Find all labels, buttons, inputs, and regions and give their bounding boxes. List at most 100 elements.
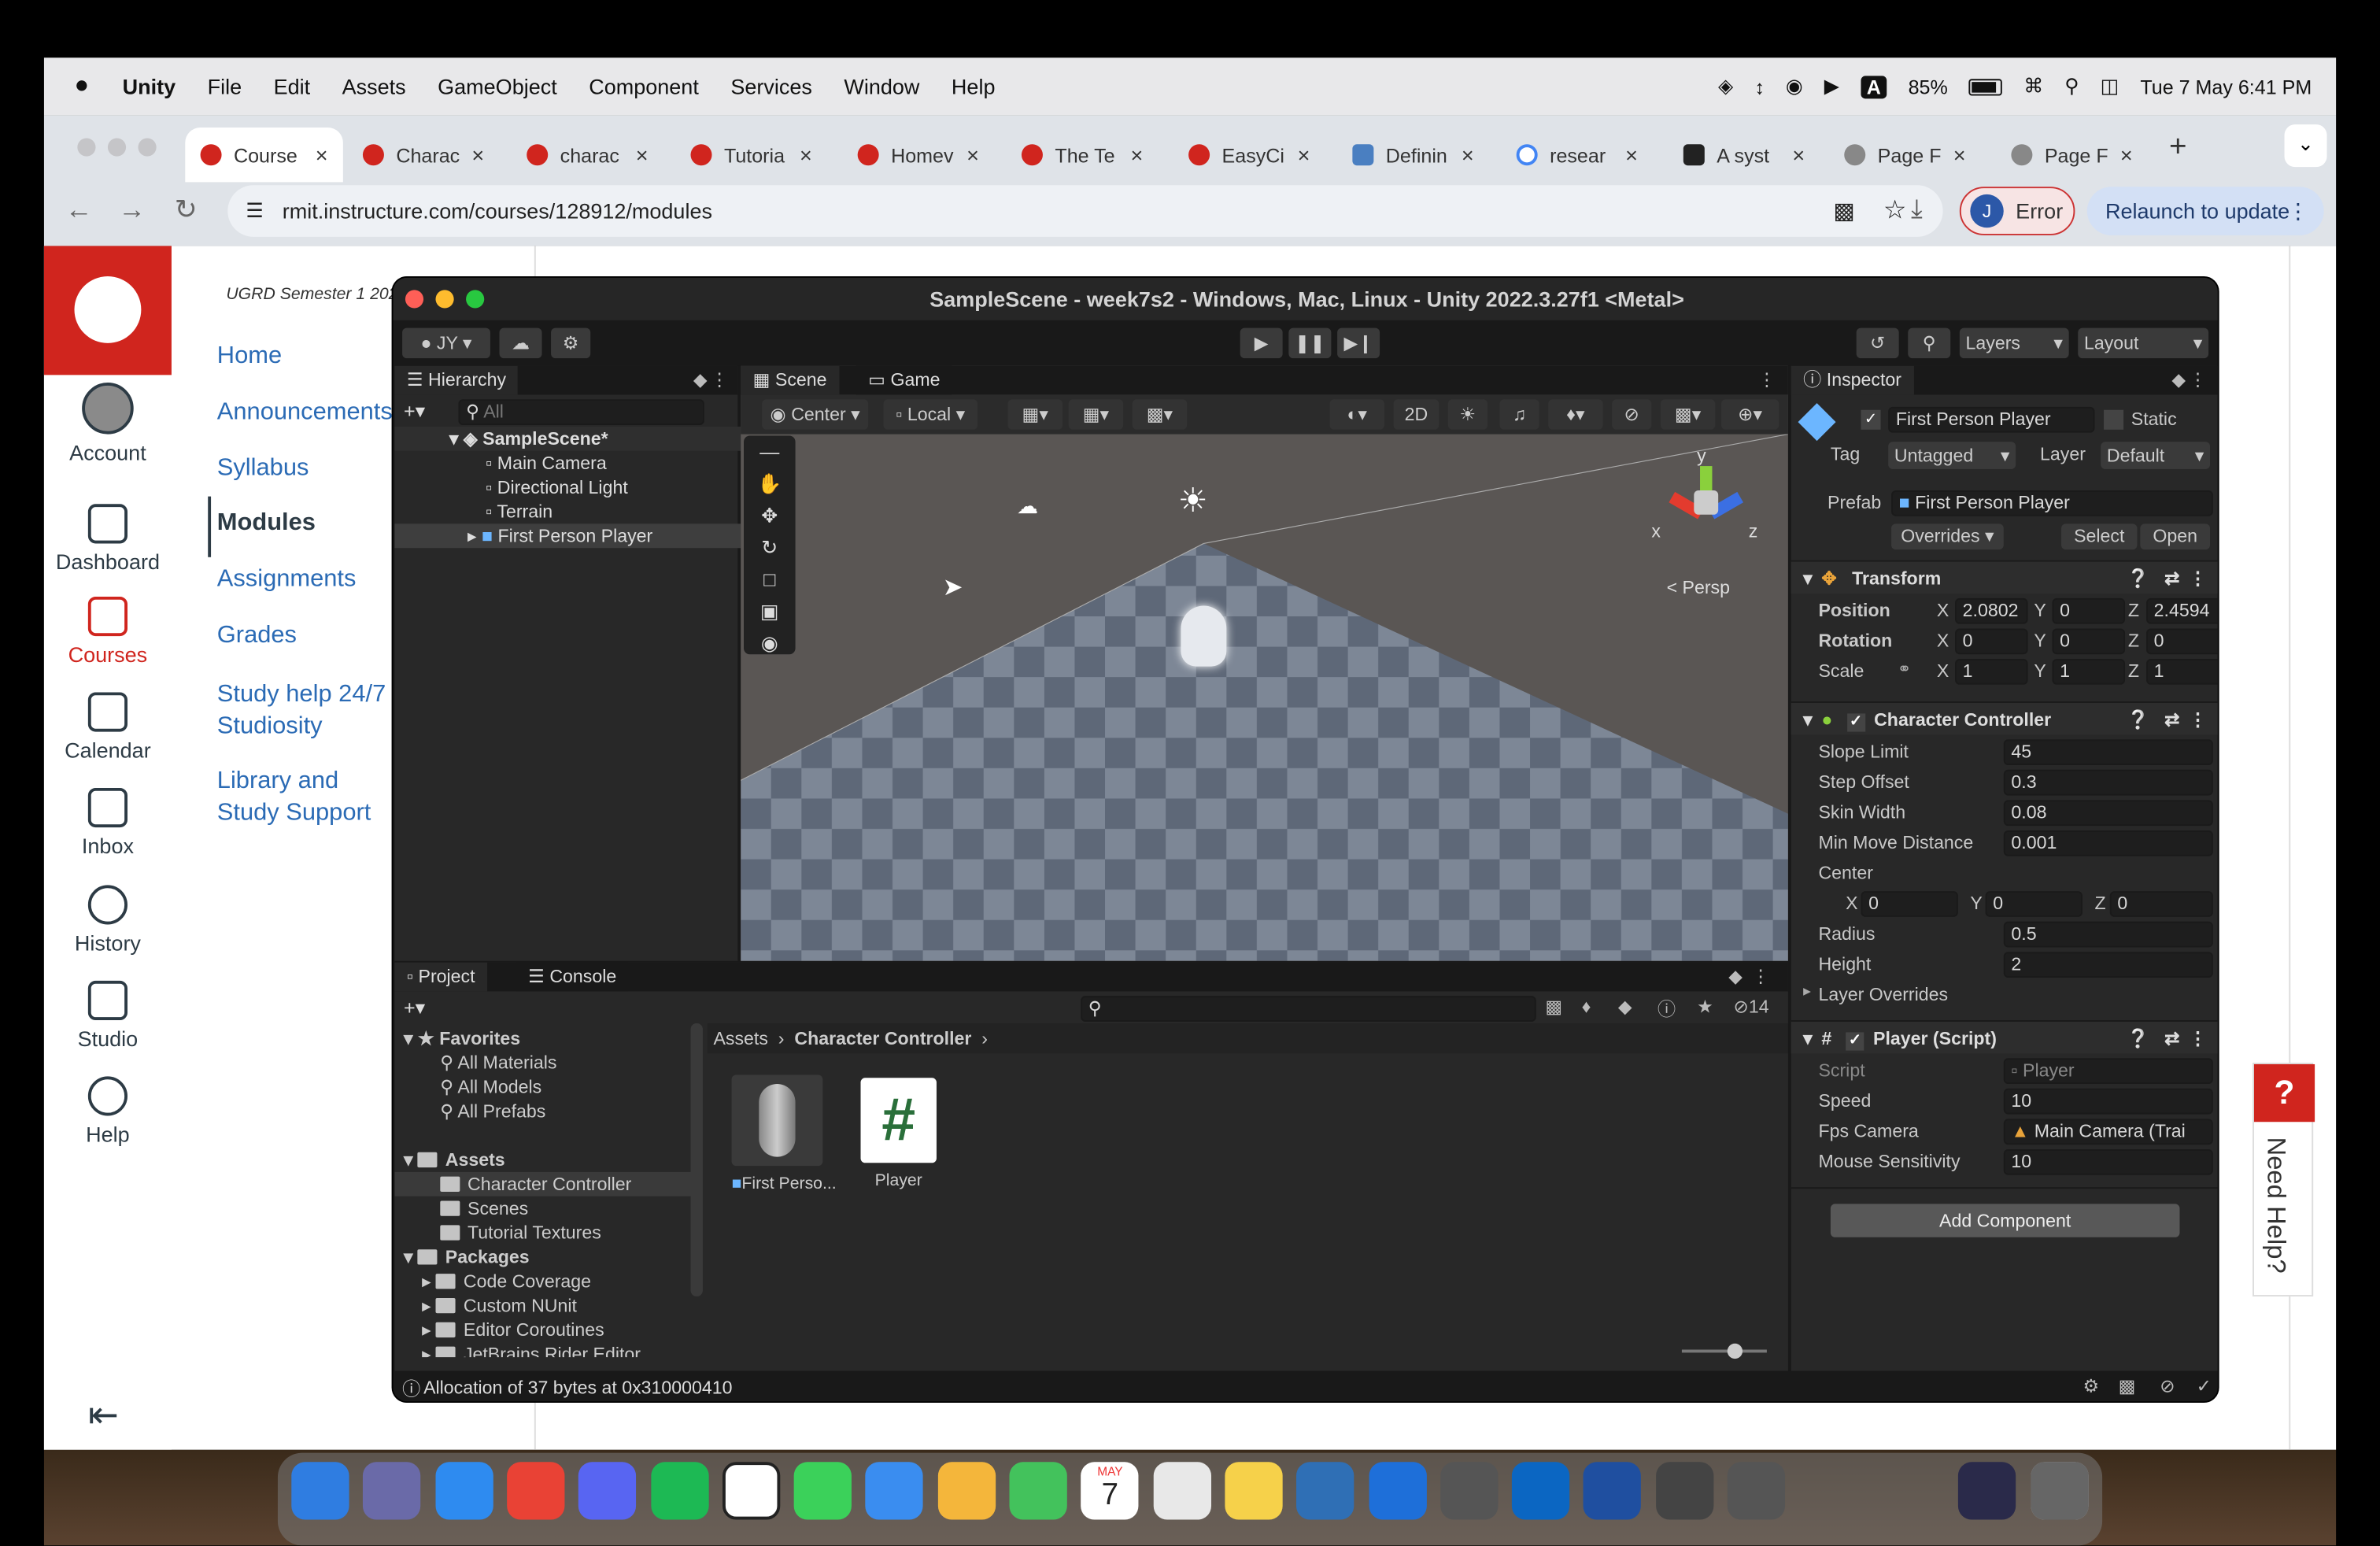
tab-close-icon[interactable]: × xyxy=(1298,142,1310,167)
tab-game[interactable]: ▭ Game xyxy=(856,365,952,395)
browser-tab[interactable]: A syst × xyxy=(1669,128,1820,182)
global-nav-dashboard[interactable]: Dashboard xyxy=(44,504,172,574)
cache-icon[interactable]: ▩ xyxy=(2119,1375,2136,1396)
window-zoom-button[interactable] xyxy=(138,138,157,157)
center-z-axis-label[interactable]: Z xyxy=(2094,893,2105,914)
dock-chrome-icon[interactable] xyxy=(506,1462,565,1520)
browser-tab[interactable]: Page F × xyxy=(1996,128,2148,182)
hierarchy-search-input[interactable]: ⚲ All xyxy=(458,399,704,426)
fps-camera-field[interactable]: ▲ Main Camera (Trai xyxy=(2003,1119,2213,1145)
wifi-icon[interactable]: ⌘ xyxy=(2023,75,2043,99)
collab-gear-icon[interactable]: ⚙ xyxy=(551,327,591,359)
dock-finder-icon[interactable] xyxy=(291,1462,349,1520)
project-menu-icon[interactable]: ⋮ xyxy=(1752,966,1770,987)
hierarchy-item-terrain[interactable]: ▫ Terrain xyxy=(394,500,741,524)
project-create-button[interactable]: +▾ xyxy=(404,996,425,1020)
input-source-icon[interactable]: A xyxy=(1861,75,1887,98)
component-menu-icon[interactable]: ⋮ xyxy=(2189,562,2207,595)
rotation-x-field[interactable]: 0 xyxy=(1955,628,2028,655)
scale-x-axis-label[interactable]: X xyxy=(1937,660,1949,682)
battery-icon[interactable] xyxy=(1968,78,2003,95)
center-z-field[interactable]: 0 xyxy=(2109,891,2213,917)
dock-system-settings-icon[interactable] xyxy=(1512,1462,1570,1520)
dock-word-icon[interactable] xyxy=(1655,1462,1713,1520)
dock-app-store-icon[interactable] xyxy=(1439,1462,1499,1520)
character-controller-enabled-checkbox[interactable]: ✓ xyxy=(1846,713,1865,732)
tab-close-icon[interactable]: × xyxy=(471,142,484,167)
min-move-distance-field[interactable]: 0.001 xyxy=(2003,830,2213,856)
menu-window[interactable]: Window xyxy=(844,75,919,99)
dock-notes-icon[interactable] xyxy=(1296,1462,1354,1520)
browser-tab[interactable]: Page F × xyxy=(1829,128,1981,182)
address-bar[interactable]: ☰ rmit.instructure.com/courses/128912/mo… xyxy=(227,185,1943,237)
status-message[interactable]: Allocation of 37 bytes at 0x310000410 xyxy=(423,1377,732,1398)
tab-inspector[interactable]: ⓘ Inspector xyxy=(1791,365,1914,395)
scale-y-axis-label[interactable]: Y xyxy=(2034,660,2046,682)
camera-settings-icon[interactable]: ▩▾ xyxy=(1660,399,1716,430)
rotation-y-axis-label[interactable]: Y xyxy=(2034,630,2046,651)
orientation-gizmo[interactable]: y x z xyxy=(1648,445,1769,551)
dock-safari-icon[interactable] xyxy=(434,1462,493,1520)
transform-header[interactable]: ▾ ✥ Transform ❔ ⇄ ⋮ xyxy=(1791,560,2218,595)
grid-snap-icon[interactable]: ▦▾ xyxy=(1007,399,1063,430)
new-tab-button[interactable]: + xyxy=(2169,131,2187,165)
dock-unity-hub-icon[interactable] xyxy=(1727,1462,1786,1520)
course-nav-item[interactable]: Modules xyxy=(217,510,397,538)
scene-view-panel[interactable]: ▦ Scene ▭ Game ⋮ ◉ Center ▾ ▫ Local ▾ ▦▾… xyxy=(741,365,1788,961)
object-name-field[interactable]: First Person Player xyxy=(1888,406,2095,433)
center-x-axis-label[interactable]: X xyxy=(1846,893,1857,914)
prefab-open-button[interactable]: Open xyxy=(2140,523,2211,550)
slope-limit-field[interactable]: 45 xyxy=(2003,739,2213,766)
hierarchy-item-directional-light[interactable]: ▫ Directional Light xyxy=(394,475,741,500)
menu-help[interactable]: Help xyxy=(952,75,996,99)
asset-tile-player-script[interactable]: # Player xyxy=(853,1074,944,1190)
tab-project[interactable]: ▫ Project xyxy=(394,962,487,992)
asset-folder-item[interactable]: Scenes xyxy=(394,1196,690,1221)
persp-label[interactable]: < Persp xyxy=(1667,577,1730,598)
shading-mode-icon[interactable]: ◐▾ xyxy=(1329,399,1384,430)
dock-reminders-icon[interactable] xyxy=(1225,1462,1283,1520)
static-checkbox[interactable] xyxy=(2104,409,2124,430)
character-controller-header[interactable]: ▾ ● ✓ Character Controller ❔ ⇄ ⋮ xyxy=(1791,701,2218,735)
cloud-icon[interactable]: ☁ xyxy=(499,327,542,359)
light-gizmo-icon[interactable]: ☀ xyxy=(1178,481,1208,520)
favorite-filter-icon[interactable]: ★ xyxy=(1697,996,1713,1017)
menu-component[interactable]: Component xyxy=(589,75,699,99)
layer-overrides-arrow-icon[interactable]: ▸ xyxy=(1803,984,1811,1000)
add-component-button[interactable]: Add Component xyxy=(1830,1204,2180,1237)
favorite-item[interactable]: ⚲ All Prefabs xyxy=(394,1099,690,1123)
global-nav-account[interactable]: Account xyxy=(44,383,172,464)
lock-icon[interactable]: ◆ xyxy=(693,369,708,390)
global-nav-help[interactable]: Help xyxy=(44,1076,172,1146)
search-by-tag-icon[interactable]: ◆ xyxy=(1618,996,1632,1017)
global-nav-studio[interactable]: Studio xyxy=(44,980,172,1051)
course-nav-item[interactable]: Home xyxy=(217,343,397,371)
log-filter-icon[interactable]: ⓘ xyxy=(1658,996,1676,1022)
menu-file[interactable]: File xyxy=(208,75,242,99)
scene-menu-icon[interactable]: ⋮ xyxy=(1757,369,1776,390)
grid-visibility-icon[interactable]: ▦▾ xyxy=(1068,399,1124,430)
script-field[interactable]: ▫ Player xyxy=(2003,1058,2213,1085)
dock-unity-icon[interactable] xyxy=(1957,1462,2016,1520)
position-y-axis-label[interactable]: Y xyxy=(2034,600,2046,621)
rotation-z-axis-label[interactable]: Z xyxy=(2128,630,2139,651)
increment-snap-icon[interactable]: ▩▾ xyxy=(1132,399,1188,430)
project-search-input[interactable]: ⚲ xyxy=(1081,996,1536,1022)
camera-gizmo-icon[interactable]: ☁ xyxy=(1017,494,1038,520)
course-nav-item[interactable]: Announcements xyxy=(217,399,397,427)
search-by-type-icon[interactable]: ▩ xyxy=(1545,996,1562,1017)
profile-error-button[interactable]: J Error xyxy=(1959,187,2075,235)
apple-icon[interactable]: ● xyxy=(75,73,90,101)
prefab-select-button[interactable]: Select xyxy=(2061,523,2138,550)
window-minimize-button[interactable] xyxy=(107,138,127,157)
progress-ok-icon[interactable]: ✓ xyxy=(2197,1375,2212,1396)
need-help-tab[interactable]: ? Need Help? xyxy=(2252,1063,2315,1297)
position-x-field[interactable]: 2.0802 xyxy=(1955,597,2028,624)
active-checkbox[interactable]: ✓ xyxy=(1861,409,1881,430)
constrain-proportions-icon[interactable]: ⚭ xyxy=(1898,659,1912,679)
global-nav-history[interactable]: History xyxy=(44,885,172,955)
rotation-x-axis-label[interactable]: X xyxy=(1937,630,1949,651)
mouse-sensitivity-field[interactable]: 10 xyxy=(2003,1148,2213,1175)
transform-tool-icon[interactable]: ◉ xyxy=(744,627,796,660)
package-item[interactable]: ▸ Code Coverage xyxy=(394,1269,690,1293)
